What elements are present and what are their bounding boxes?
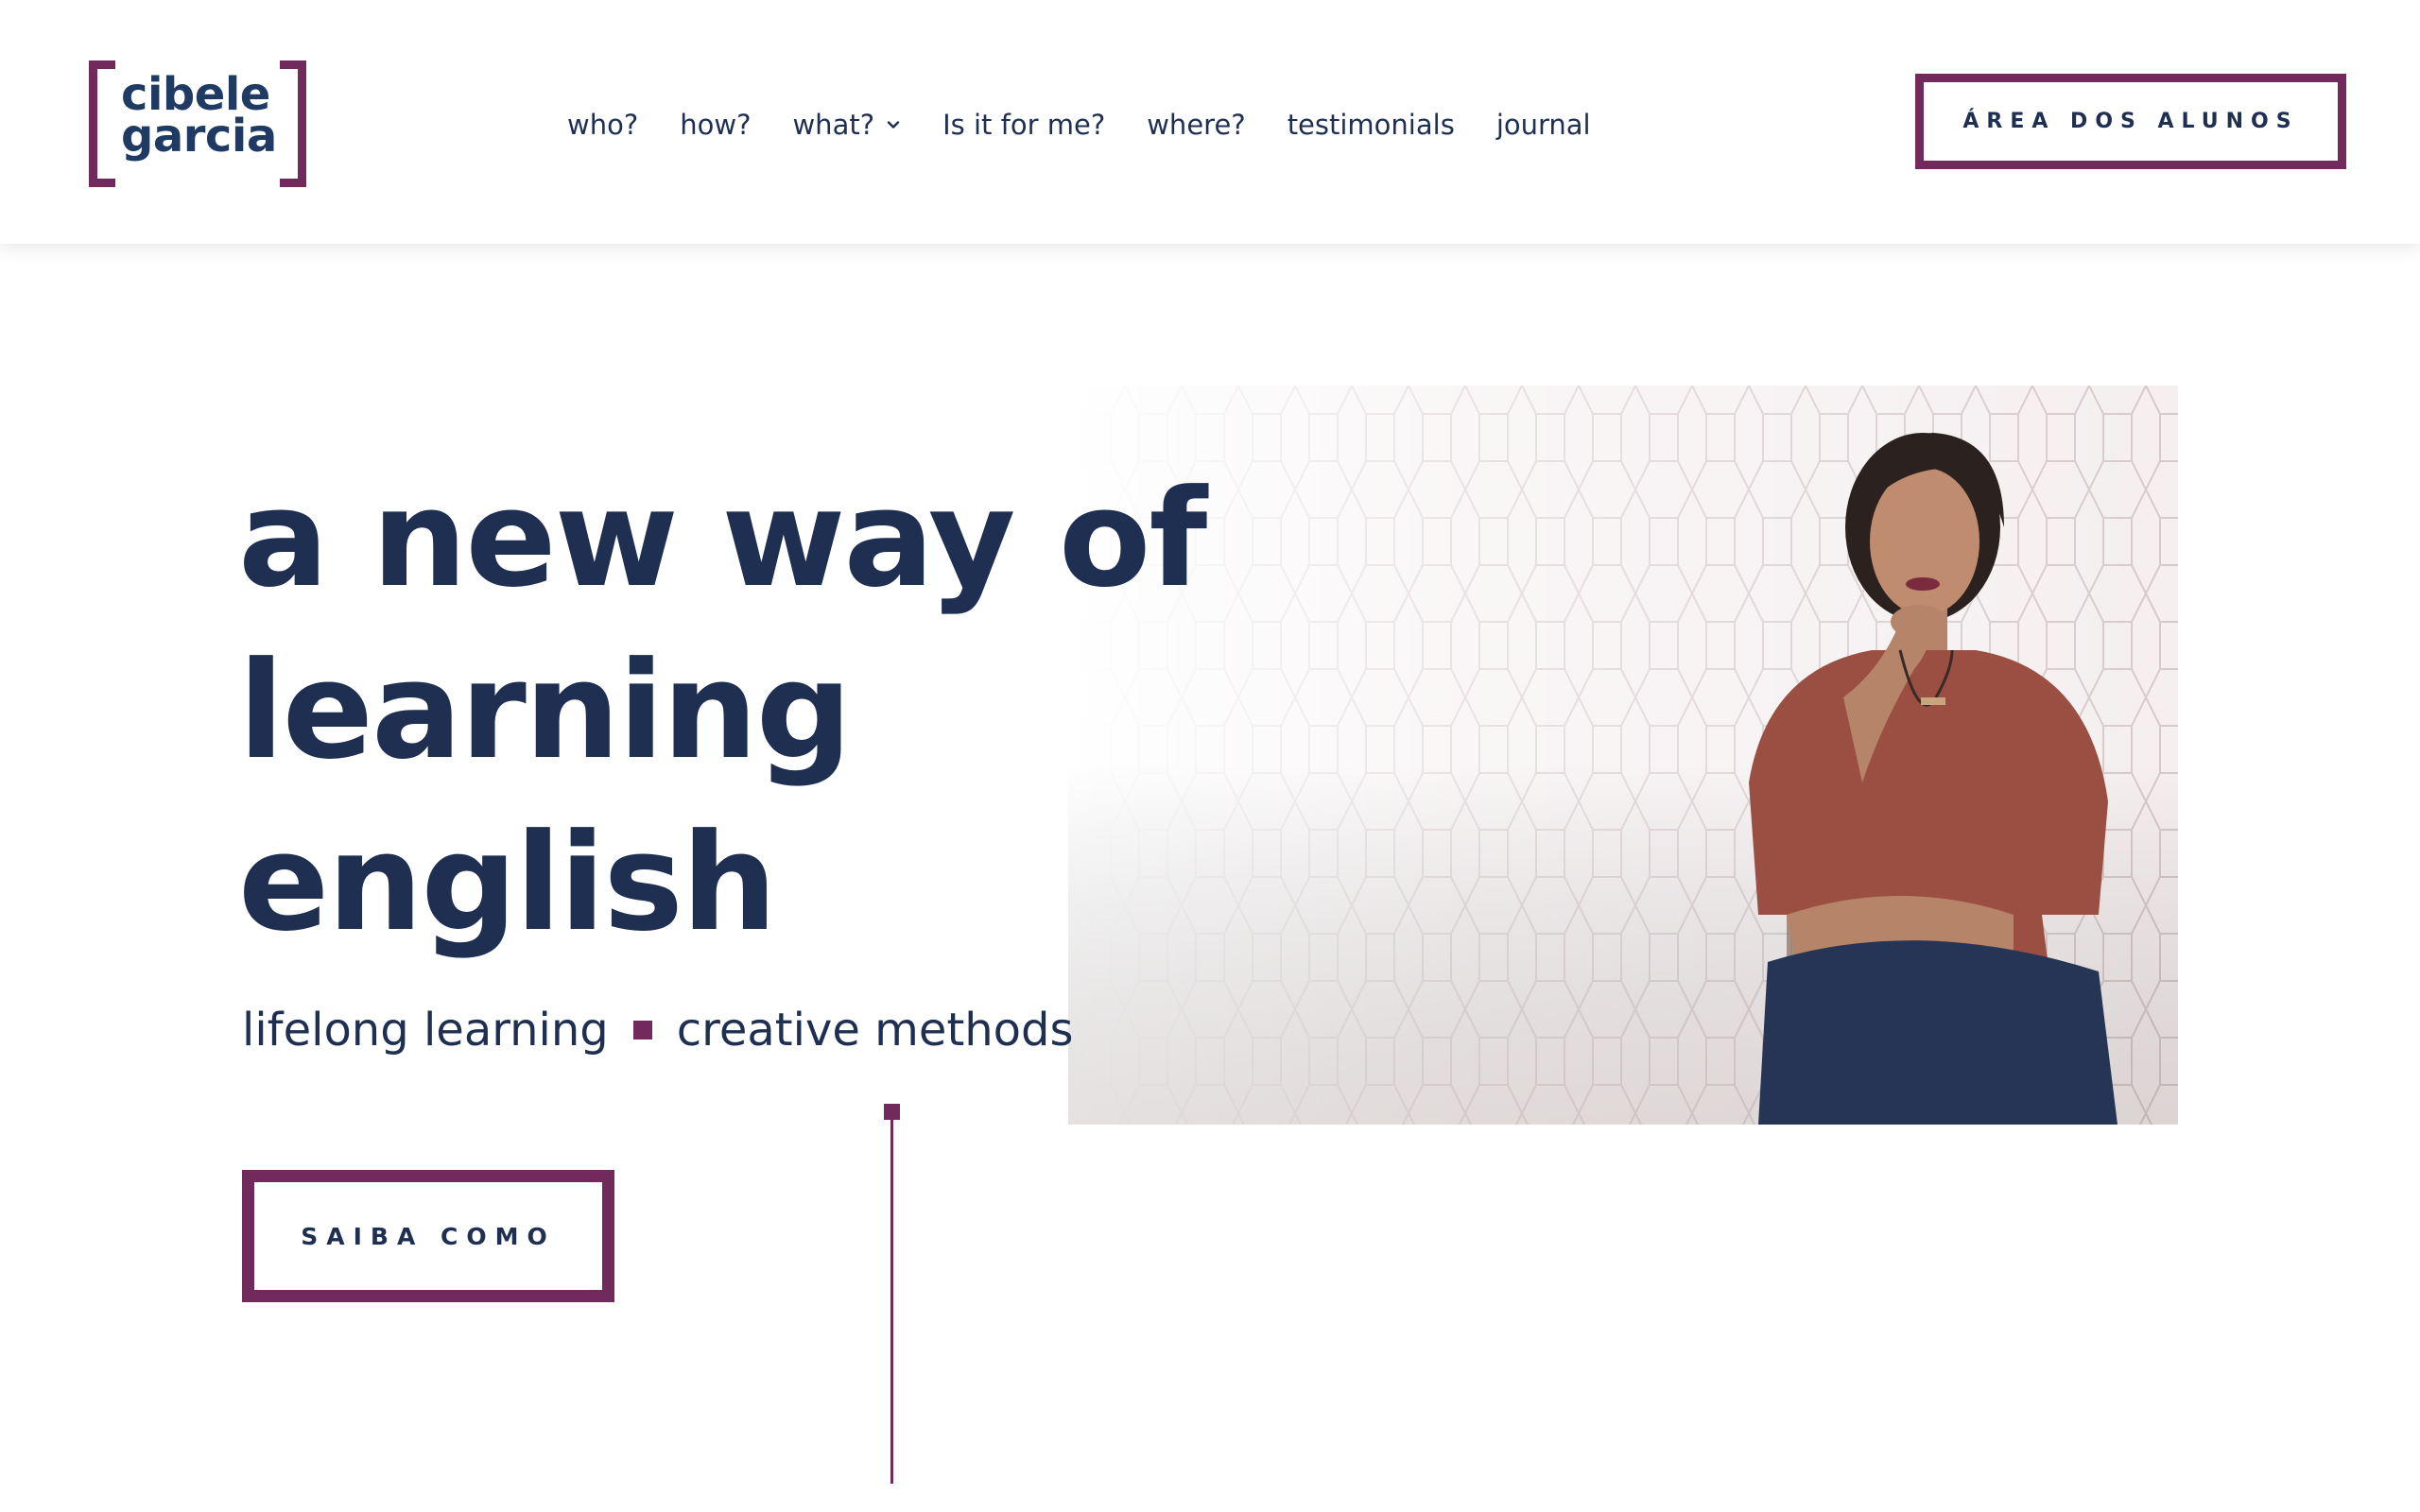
hero-title-line-2: learning xyxy=(238,633,852,789)
decorative-vertical-line xyxy=(890,1113,893,1484)
nav-item-label: testimonials xyxy=(1287,109,1455,141)
hero-title-line-1: a new way of xyxy=(238,461,1207,617)
nav-item-label: where? xyxy=(1147,109,1246,141)
nav-item-how[interactable]: how? xyxy=(680,109,751,141)
tagline-separator xyxy=(632,1021,652,1040)
nav-item-where[interactable]: where? xyxy=(1147,109,1245,141)
nav-item-is-it-for-me[interactable]: Is it for me? xyxy=(942,109,1105,141)
nav-item-label: how? xyxy=(680,109,752,141)
main-nav: who? how? what? Is it for me? where? tes… xyxy=(567,104,1633,146)
students-area-button[interactable]: ÁREA DOS ALUNOS xyxy=(1915,74,2346,169)
site-header: cibele garcia who? how? what? Is it for … xyxy=(0,0,2420,244)
hero-title-line-3: english xyxy=(238,805,777,961)
logo-line-2: garcia xyxy=(121,110,277,163)
hero-photo-illustration xyxy=(1068,386,2178,1125)
logo-left-bracket xyxy=(89,60,115,187)
nav-item-label: Is it for me? xyxy=(942,109,1106,141)
nav-item-who[interactable]: who? xyxy=(567,109,638,141)
nav-item-testimonials[interactable]: testimonials xyxy=(1288,109,1455,141)
hero-title: a new way of learning english xyxy=(238,454,1207,970)
tagline-right: creative methods xyxy=(676,1004,1074,1057)
nav-item-journal[interactable]: journal xyxy=(1496,109,1591,141)
tagline-left: lifelong learning xyxy=(242,1004,609,1057)
nav-item-label: who? xyxy=(567,109,639,141)
chevron-down-icon xyxy=(887,121,900,129)
nav-item-label: journal xyxy=(1495,109,1591,141)
nav-item-what[interactable]: what? xyxy=(792,109,901,141)
hero-photo xyxy=(1068,386,2178,1125)
logo-right-bracket xyxy=(280,60,306,187)
saiba-como-button[interactable]: SAIBA COMO xyxy=(242,1170,614,1302)
logo[interactable]: cibele garcia xyxy=(89,60,306,187)
logo-wordmark: cibele garcia xyxy=(121,72,277,163)
hero-tagline: lifelong learning creative methods xyxy=(242,1004,1074,1057)
nav-item-label: what? xyxy=(792,109,875,141)
